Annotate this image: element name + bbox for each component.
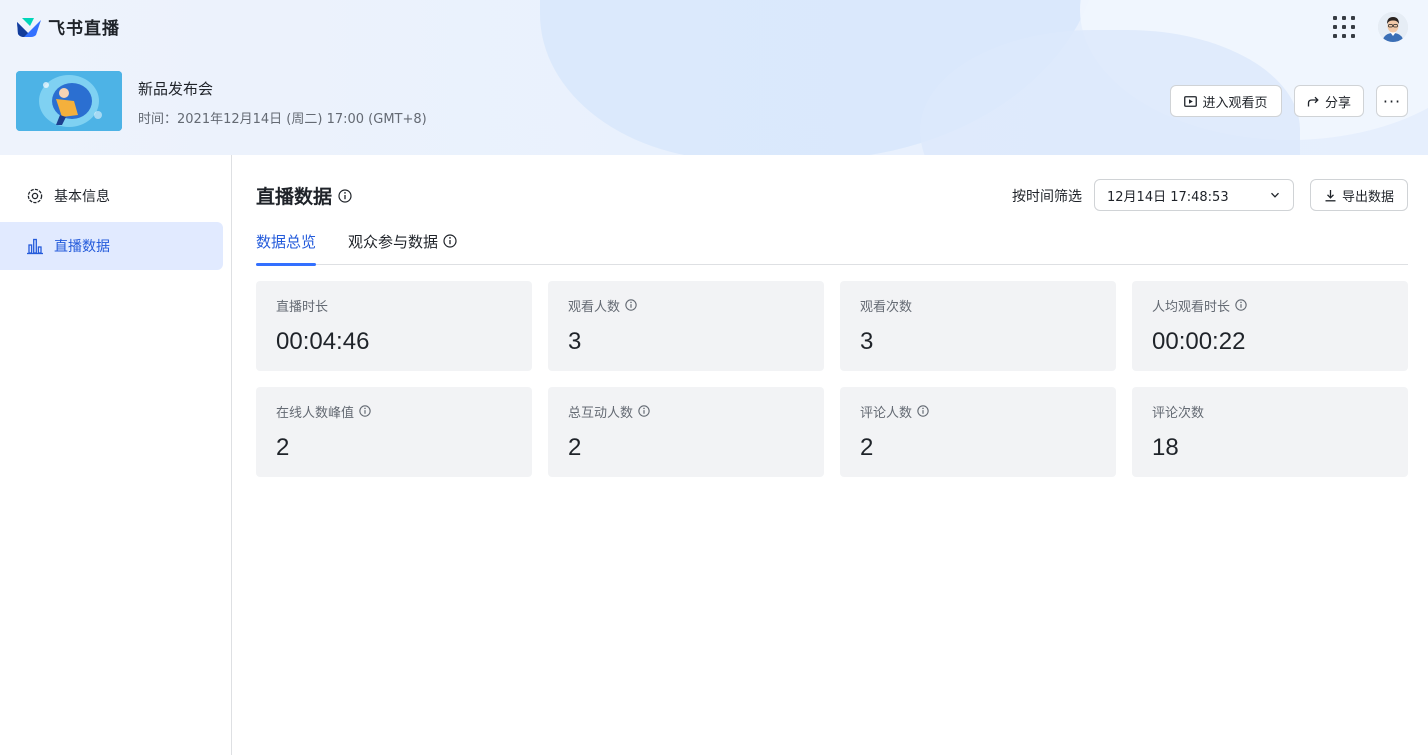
time-filter-label: 按时间筛选 bbox=[1012, 189, 1082, 205]
stat-label: 评论人数 bbox=[860, 405, 913, 421]
user-avatar-icon bbox=[1378, 12, 1408, 42]
enter-watch-page-label: 进入观看页 bbox=[1202, 95, 1268, 111]
stat-value: 2 bbox=[860, 434, 874, 461]
brand-name: 飞书直播 bbox=[48, 19, 120, 39]
stat-card-avg-watch-time: 人均观看时长 00:00:22 bbox=[1132, 281, 1408, 371]
time-filter-value: 12月14日 17:48:53 bbox=[1107, 189, 1229, 205]
stat-label: 总互动人数 bbox=[568, 405, 634, 421]
stat-label: 在线人数峰值 bbox=[276, 405, 355, 421]
brand-logo[interactable]: 飞书直播 bbox=[16, 14, 120, 39]
stat-value: 3 bbox=[568, 328, 582, 355]
stat-label-row: 评论人数 bbox=[860, 402, 1096, 421]
cover-illustration-icon bbox=[16, 71, 122, 131]
export-data-button[interactable]: 导出数据 bbox=[1310, 179, 1408, 211]
tab-data-overview[interactable]: 数据总览 bbox=[256, 231, 317, 266]
stat-label-row: 观看次数 bbox=[860, 296, 1096, 315]
stat-card-commenters: 评论人数 2 bbox=[840, 387, 1116, 477]
stat-label-row: 直播时长 bbox=[276, 296, 512, 315]
play-screen-icon bbox=[1184, 95, 1198, 107]
stat-label: 观看次数 bbox=[860, 299, 913, 315]
stat-label: 评论次数 bbox=[1152, 405, 1205, 421]
stat-value: 2 bbox=[276, 434, 290, 461]
stat-value: 2 bbox=[568, 434, 582, 461]
stat-value: 00:00:22 bbox=[1152, 328, 1246, 355]
sidebar: 基本信息 直播数据 bbox=[0, 155, 232, 755]
page-header: 飞书直播 新品发布会 时间：2021年12月14日 (周二) 17:00 (GM… bbox=[0, 0, 1428, 155]
info-icon[interactable] bbox=[917, 405, 929, 417]
info-icon[interactable] bbox=[443, 234, 457, 248]
event-cover-image bbox=[16, 71, 122, 131]
info-icon[interactable] bbox=[338, 188, 352, 203]
sidebar-item-basic-info[interactable]: 基本信息 bbox=[0, 172, 223, 220]
page-title: 直播数据 bbox=[256, 182, 352, 209]
feishu-logo-icon bbox=[17, 17, 41, 37]
stat-label-row: 评论次数 bbox=[1152, 402, 1388, 421]
time-filter-select[interactable]: 12月14日 17:48:53 bbox=[1094, 179, 1294, 211]
stat-value: 00:04:46 bbox=[276, 328, 370, 355]
stat-label: 直播时长 bbox=[276, 299, 329, 315]
share-label: 分享 bbox=[1324, 95, 1351, 111]
stat-card-viewers: 观看人数 3 bbox=[548, 281, 824, 371]
data-tabs: 数据总览 观众参与数据 bbox=[256, 226, 1408, 266]
share-button[interactable]: 分享 bbox=[1294, 85, 1364, 117]
stat-value: 18 bbox=[1152, 434, 1179, 461]
stat-card-comments: 评论次数 18 bbox=[1132, 387, 1408, 477]
event-time: 时间：2021年12月14日 (周二) 17:00 (GMT+8) bbox=[138, 112, 427, 127]
tab-label: 数据总览 bbox=[256, 233, 317, 251]
stats-grid: 直播时长 00:04:46 观看人数 3 观看次数 3 人均观看时长 00:00… bbox=[256, 281, 1408, 477]
bar-chart-icon bbox=[27, 238, 43, 255]
stat-label-row: 在线人数峰值 bbox=[276, 402, 512, 421]
sidebar-item-live-data[interactable]: 直播数据 bbox=[0, 222, 223, 270]
page-title-text: 直播数据 bbox=[256, 186, 333, 208]
chevron-down-icon bbox=[1271, 192, 1279, 198]
export-data-label: 导出数据 bbox=[1341, 188, 1394, 204]
enter-watch-page-button[interactable]: 进入观看页 bbox=[1170, 85, 1282, 117]
stat-card-total-interactors: 总互动人数 2 bbox=[548, 387, 824, 477]
info-icon[interactable] bbox=[638, 405, 650, 417]
app-grid-icon[interactable] bbox=[1333, 16, 1355, 38]
stat-label-row: 总互动人数 bbox=[568, 402, 804, 421]
share-icon bbox=[1307, 96, 1319, 106]
stat-label: 观看人数 bbox=[568, 299, 621, 315]
more-options-button[interactable]: ··· bbox=[1376, 85, 1408, 117]
stat-card-peak-online: 在线人数峰值 2 bbox=[256, 387, 532, 477]
sidebar-item-label: 直播数据 bbox=[54, 239, 110, 255]
stat-label: 人均观看时长 bbox=[1152, 299, 1231, 315]
download-icon bbox=[1325, 189, 1336, 201]
tab-label: 观众参与数据 bbox=[348, 233, 439, 251]
stat-value: 3 bbox=[860, 328, 874, 355]
tab-audience-engagement[interactable]: 观众参与数据 bbox=[348, 231, 457, 265]
stat-card-live-duration: 直播时长 00:04:46 bbox=[256, 281, 532, 371]
gear-icon bbox=[27, 188, 43, 204]
stat-label-row: 观看人数 bbox=[568, 296, 804, 315]
info-icon[interactable] bbox=[625, 299, 637, 311]
event-title: 新品发布会 bbox=[138, 80, 214, 98]
info-icon[interactable] bbox=[359, 405, 371, 417]
stat-card-views: 观看次数 3 bbox=[840, 281, 1116, 371]
info-icon[interactable] bbox=[1235, 299, 1247, 311]
sidebar-item-label: 基本信息 bbox=[54, 189, 110, 205]
avatar[interactable] bbox=[1378, 12, 1408, 42]
stat-label-row: 人均观看时长 bbox=[1152, 296, 1388, 315]
more-icon: ··· bbox=[1382, 91, 1402, 111]
